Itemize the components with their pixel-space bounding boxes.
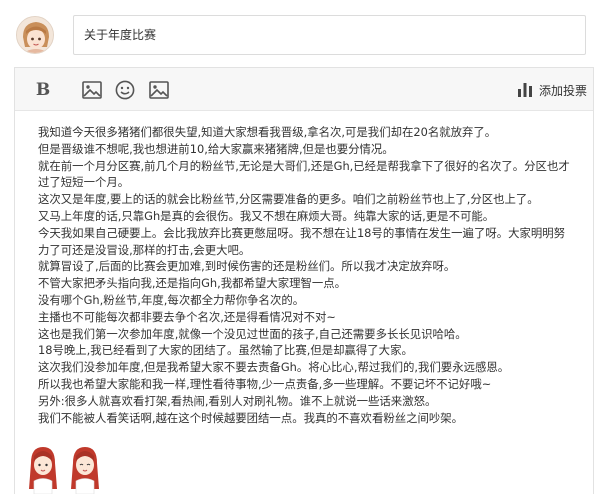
paragraph: 又马上年度的话,只靠Gh是真的会很伤。我又不想在麻烦大哥。纯靠大家的话,更是不可… (38, 208, 495, 223)
paragraph: 不管大家把矛头指向我,还是指向Gh,我都希望大家理智一点。 (38, 276, 347, 291)
paragraph: 这次又是年度,要上的话的就会比粉丝节,分区需要准备的更多。咱们之前粉丝节也上了,… (38, 192, 539, 207)
avatar-image (17, 17, 53, 53)
title-input[interactable]: 关于年度比赛 (73, 15, 586, 55)
bar-chart-icon (517, 83, 532, 97)
paragraph: 主播也不可能每次都非要去争个名次,还是得看情况对不对~ (38, 309, 336, 324)
editor: B 添加投票 我知道今天很多猪猪们都很失望,知道大家想看我晋级,拿名次,可是我们… (14, 67, 594, 494)
bold-icon: B (35, 80, 51, 100)
paragraph: 另外:很多人就喜欢看打架,看热闹,看别人对刷礼物。谁不上就说一些话来激怒。 (38, 393, 437, 408)
emoji-icon (115, 80, 135, 100)
editor-toolbar: B 添加投票 (15, 68, 593, 111)
paragraph: 这次我们没参加年度,但是我希望大家不要去责备Gh。将心比心,帮过我们的,我们要永… (38, 360, 510, 375)
paragraph: 这也是我们第一次参加年度,就像一个没见过世面的孩子,自己还需要多长长见识哈哈。 (38, 326, 467, 341)
add-vote-label: 添加投票 (538, 83, 587, 98)
sticker-image (71, 447, 99, 494)
paragraph: 今天我如果自己硬要上。会比我放弃比赛更憋屈呀。我不想在让18号的事情在发生一遍了… (38, 225, 566, 257)
image-button[interactable] (79, 77, 105, 103)
image-icon (149, 81, 169, 99)
sticker-row (26, 443, 102, 494)
paragraph: 我知道今天很多猪猪们都很失望,知道大家想看我晋级,拿名次,可是我们却在20名就放… (38, 125, 497, 139)
paragraph: 我们不能被人看笑话啊,越在这个时候越要团结一点。我真的不喜欢看粉丝之间吵架。 (38, 410, 464, 425)
paragraph: 就算冒设了,后面的比赛会更加难,到时候伤害的还是粉丝们。所以我才决定放弃呀。 (38, 259, 456, 274)
paragraph: 但是晋级谁不想呢,我也想进前10,给大家赢来猪猪牌,但是也要分情况。 (38, 141, 394, 156)
bold-button[interactable]: B (30, 77, 56, 103)
paragraph: 没有哪个Gh,粉丝节,年度,每次都全力帮你争名次的。 (38, 292, 305, 307)
paragraph: 就在前一个月分区赛,前几个月的粉丝节,无论是大哥们,还是Gh,已经是帮我拿下了很… (38, 158, 570, 190)
paragraph: 所以我也希望大家能和我一样,理性看待事物,少一点责备,多一些理解。不要记坏不记好… (38, 376, 492, 391)
avatar[interactable] (16, 16, 54, 54)
sticker-image (29, 447, 57, 494)
image-icon (82, 81, 102, 99)
paragraph: 18号晚上,我已经看到了大家的团结了。虽然输了比赛,但是却赢得了大家。 (38, 343, 413, 358)
add-vote-button[interactable]: 添加投票 (517, 79, 587, 101)
image-upload-button[interactable] (146, 77, 172, 103)
emoji-button[interactable] (112, 77, 138, 103)
post-body[interactable]: 我知道今天很多猪猪们都很失望,知道大家想看我晋级,拿名次,可是我们却在20名就放… (38, 124, 573, 426)
